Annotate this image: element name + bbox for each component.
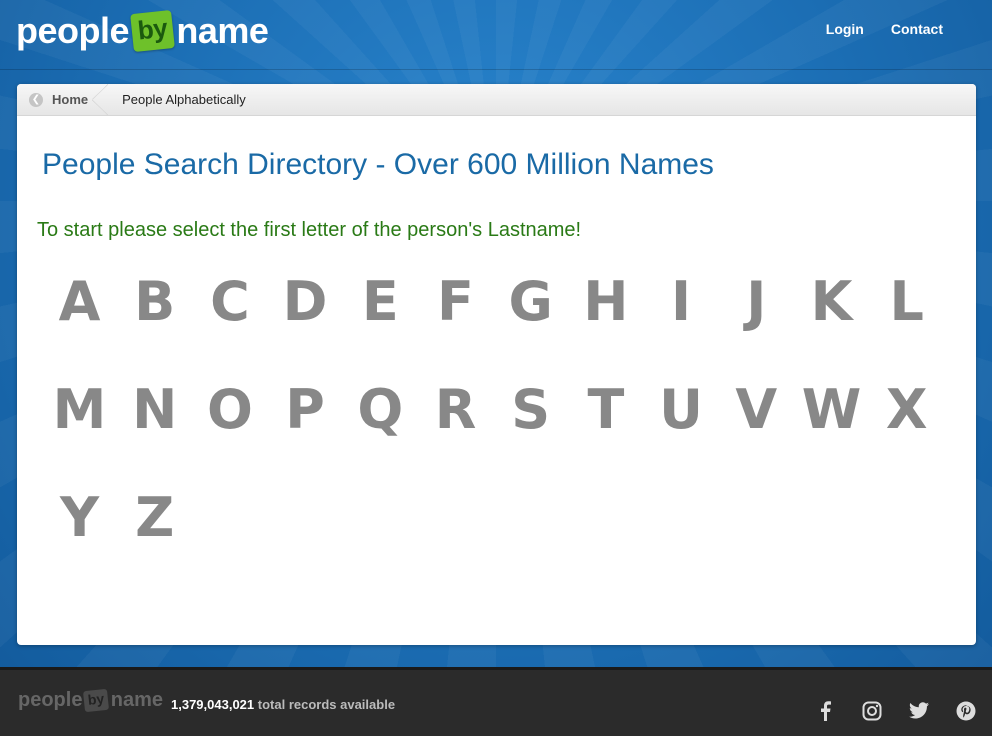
records-available: 1,379,043,021 total records available xyxy=(171,697,395,712)
letter-link-v[interactable]: V xyxy=(719,380,794,440)
letter-link-r[interactable]: R xyxy=(418,380,493,440)
back-chevron-icon: ❮ xyxy=(29,92,43,107)
letter-link-g[interactable]: G xyxy=(493,272,568,332)
instagram-icon[interactable] xyxy=(859,698,884,723)
letter-link-w[interactable]: W xyxy=(794,380,869,440)
breadcrumb-home-label: Home xyxy=(52,92,89,107)
pinterest-icon[interactable] xyxy=(953,698,978,723)
letter-link-a[interactable]: A xyxy=(42,272,117,332)
twitter-icon[interactable] xyxy=(906,698,931,723)
letter-link-t[interactable]: T xyxy=(568,380,643,440)
letter-link-z[interactable]: Z xyxy=(117,488,192,548)
breadcrumb-home[interactable]: ❮ Home xyxy=(17,84,109,115)
site-logo[interactable]: people by name xyxy=(16,7,269,55)
letter-link-i[interactable]: I xyxy=(644,272,719,332)
letter-link-c[interactable]: C xyxy=(192,272,267,332)
footer-logo-name: name xyxy=(110,689,164,711)
nav-contact-link[interactable]: Contact xyxy=(891,21,943,37)
records-count: 1,379,043,021 xyxy=(171,697,255,712)
letter-link-j[interactable]: J xyxy=(719,272,794,332)
logo-badge-by: by xyxy=(130,9,176,53)
facebook-icon[interactable] xyxy=(812,698,837,723)
letter-link-d[interactable]: D xyxy=(268,272,343,332)
letter-link-p[interactable]: P xyxy=(268,380,343,440)
main-panel: ❮ Home People Alphabetically People Sear… xyxy=(17,84,976,645)
letter-link-o[interactable]: O xyxy=(192,380,267,440)
letter-link-l[interactable]: L xyxy=(869,272,944,332)
page-title: People Search Directory - Over 600 Milli… xyxy=(42,148,714,181)
nav-login-link[interactable]: Login xyxy=(826,21,864,37)
logo-text-name: name xyxy=(176,10,269,51)
logo-text-people: people xyxy=(16,10,130,51)
breadcrumb-current: People Alphabetically xyxy=(122,92,246,107)
letter-link-k[interactable]: K xyxy=(794,272,869,332)
letter-link-m[interactable]: M xyxy=(42,380,117,440)
letter-link-x[interactable]: X xyxy=(869,380,944,440)
site-header: people by name Login Contact xyxy=(0,0,992,70)
social-links xyxy=(812,698,978,723)
footer-logo-people: people xyxy=(18,689,83,711)
site-footer: people by name 1,379,043,021 total recor… xyxy=(0,667,992,736)
breadcrumb: ❮ Home People Alphabetically xyxy=(17,84,976,116)
records-label: total records available xyxy=(257,697,396,712)
letter-link-h[interactable]: H xyxy=(568,272,643,332)
footer-logo-by: by xyxy=(83,688,110,713)
top-nav: Login Contact xyxy=(826,21,943,37)
letter-link-n[interactable]: N xyxy=(117,380,192,440)
footer-logo[interactable]: people by name xyxy=(18,688,164,713)
letter-link-e[interactable]: E xyxy=(343,272,418,332)
instruction-text: To start please select the first letter … xyxy=(37,219,582,241)
letter-link-b[interactable]: B xyxy=(117,272,192,332)
letter-link-u[interactable]: U xyxy=(644,380,719,440)
letter-link-s[interactable]: S xyxy=(493,380,568,440)
letter-link-f[interactable]: F xyxy=(418,272,493,332)
letter-link-q[interactable]: Q xyxy=(343,380,418,440)
letter-link-y[interactable]: Y xyxy=(42,488,117,548)
